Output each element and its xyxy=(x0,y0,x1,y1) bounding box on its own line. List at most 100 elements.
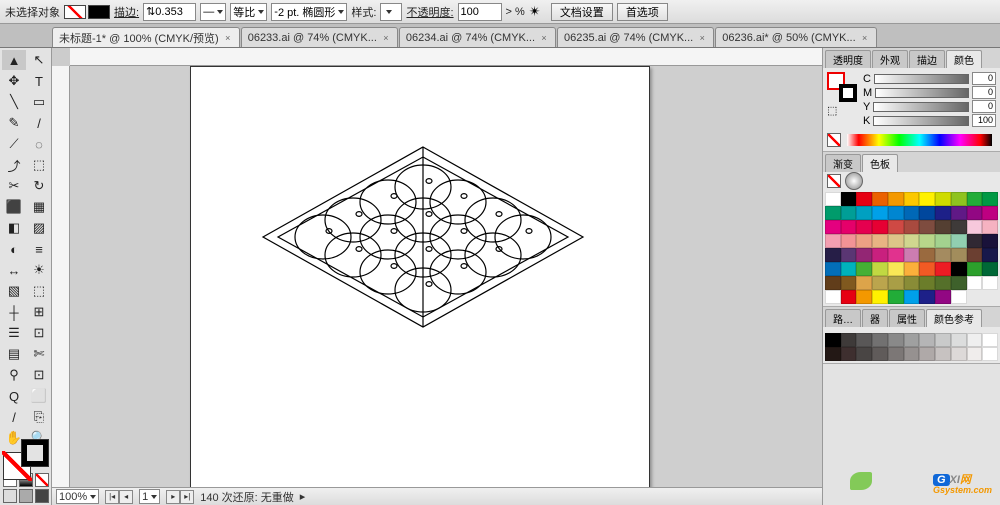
close-icon[interactable]: × xyxy=(860,33,870,43)
swatch[interactable] xyxy=(872,206,888,220)
tool-17[interactable]: ▨ xyxy=(27,218,51,238)
screen-mode-row[interactable] xyxy=(2,489,49,503)
swatch[interactable] xyxy=(967,333,983,347)
tool-15[interactable]: ▦ xyxy=(27,197,51,217)
swatch[interactable] xyxy=(841,347,857,361)
swatch[interactable] xyxy=(935,248,951,262)
swatch[interactable] xyxy=(856,248,872,262)
swatch[interactable] xyxy=(825,206,841,220)
prefs-button[interactable]: 首选项 xyxy=(617,3,668,21)
tool-31[interactable]: ⊡ xyxy=(27,365,51,385)
tool-25[interactable]: ⊞ xyxy=(27,302,51,322)
swatch[interactable] xyxy=(872,333,888,347)
swatch[interactable] xyxy=(919,276,935,290)
swatch[interactable] xyxy=(904,192,920,206)
doc-tab[interactable]: 06236.ai* @ 50% (CMYK...× xyxy=(715,27,876,47)
swatch[interactable] xyxy=(982,333,998,347)
swatch[interactable] xyxy=(904,347,920,361)
swatch[interactable] xyxy=(825,276,841,290)
swatch[interactable] xyxy=(967,347,983,361)
panel-tab[interactable]: 透明度 xyxy=(825,50,871,68)
swatch[interactable] xyxy=(951,347,967,361)
swatch[interactable] xyxy=(967,276,983,290)
swatch[interactable] xyxy=(982,220,998,234)
artboard-num[interactable]: 1 xyxy=(139,489,160,504)
tool-32[interactable]: Q xyxy=(2,386,26,406)
panel-tab[interactable]: 渐变 xyxy=(825,154,861,172)
swatch[interactable] xyxy=(982,192,998,206)
ruler-horizontal[interactable] xyxy=(70,48,822,66)
panel-tab[interactable]: 色板 xyxy=(862,154,898,172)
swatch[interactable] xyxy=(872,347,888,361)
channel-slider[interactable] xyxy=(873,116,969,126)
channel-value[interactable]: 100 xyxy=(972,114,996,127)
swatch[interactable] xyxy=(919,262,935,276)
swatch[interactable] xyxy=(872,220,888,234)
swatch[interactable] xyxy=(951,248,967,262)
swatch[interactable] xyxy=(841,234,857,248)
channel-slider[interactable] xyxy=(873,102,969,112)
tool-28[interactable]: ▤ xyxy=(2,344,26,364)
swatch[interactable] xyxy=(904,220,920,234)
panel-tab[interactable]: 属性 xyxy=(889,309,925,327)
tool-33[interactable]: ⬜ xyxy=(27,386,51,406)
swatch[interactable] xyxy=(841,290,857,304)
swatch[interactable] xyxy=(951,234,967,248)
swatch[interactable] xyxy=(967,248,983,262)
swatch[interactable] xyxy=(888,220,904,234)
swatch[interactable] xyxy=(888,333,904,347)
tool-27[interactable]: ⊡ xyxy=(27,323,51,343)
tool-34[interactable]: / xyxy=(2,407,26,427)
swatch[interactable] xyxy=(856,276,872,290)
swatch[interactable] xyxy=(825,290,841,304)
swatch[interactable] xyxy=(841,333,857,347)
swatch[interactable] xyxy=(856,206,872,220)
fill-stroke-mini[interactable] xyxy=(64,5,110,19)
close-icon[interactable]: × xyxy=(539,33,549,43)
swatch[interactable] xyxy=(856,192,872,206)
swatch[interactable] xyxy=(982,234,998,248)
recolor-icon[interactable]: ✴ xyxy=(529,3,547,20)
swatch[interactable] xyxy=(904,234,920,248)
swatch[interactable] xyxy=(935,234,951,248)
swatch[interactable] xyxy=(841,220,857,234)
spectrum-bar[interactable] xyxy=(847,134,992,146)
tool-5[interactable]: ▭ xyxy=(27,92,51,112)
swatch[interactable] xyxy=(888,276,904,290)
swatch[interactable] xyxy=(888,248,904,262)
swatch[interactable] xyxy=(888,290,904,304)
tool-4[interactable]: ╲ xyxy=(2,92,26,112)
stroke-swatch[interactable] xyxy=(88,5,110,19)
swatch[interactable] xyxy=(919,220,935,234)
swatch[interactable] xyxy=(825,248,841,262)
swatch[interactable] xyxy=(872,192,888,206)
swatch[interactable] xyxy=(872,248,888,262)
swatch[interactable] xyxy=(904,276,920,290)
tool-24[interactable]: ┼ xyxy=(2,302,26,322)
stroke-box[interactable] xyxy=(21,439,49,467)
swatch[interactable] xyxy=(935,290,951,304)
swatch[interactable] xyxy=(967,206,983,220)
fill-stroke-control[interactable] xyxy=(3,452,49,467)
swatch[interactable] xyxy=(982,276,998,290)
tool-2[interactable]: ✥ xyxy=(2,71,26,91)
opacity-label[interactable]: 不透明度: xyxy=(406,4,453,20)
tool-23[interactable]: ⬚ xyxy=(27,281,51,301)
swatch[interactable] xyxy=(951,276,967,290)
swatch[interactable] xyxy=(825,262,841,276)
swatch[interactable] xyxy=(841,206,857,220)
swatch[interactable] xyxy=(935,206,951,220)
opacity-input[interactable] xyxy=(458,3,502,21)
artboard-nav[interactable]: |◂◂ xyxy=(105,490,133,504)
dash-style[interactable]: — xyxy=(200,3,226,21)
swatch[interactable] xyxy=(872,262,888,276)
swatch[interactable] xyxy=(904,262,920,276)
swatch[interactable] xyxy=(825,234,841,248)
close-icon[interactable]: × xyxy=(381,33,391,43)
tool-30[interactable]: ⚲ xyxy=(2,365,26,385)
swatch[interactable] xyxy=(951,206,967,220)
swatch[interactable] xyxy=(982,262,998,276)
tool-3[interactable]: T xyxy=(27,71,51,91)
doc-tab[interactable]: 未标题-1* @ 100% (CMYK/预览)× xyxy=(52,27,240,47)
swatch[interactable] xyxy=(904,206,920,220)
